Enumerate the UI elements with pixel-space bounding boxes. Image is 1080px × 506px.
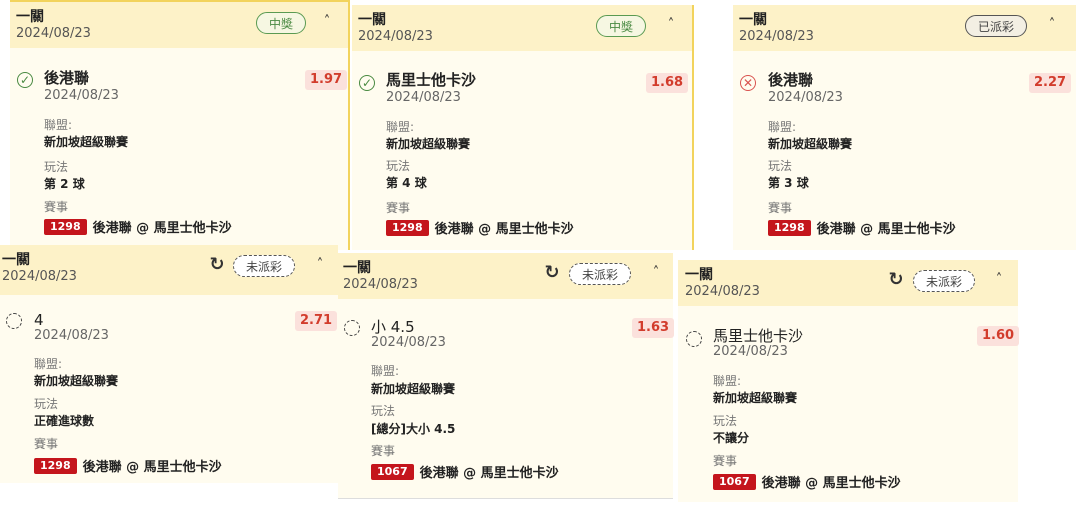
status-badge: 未派彩 bbox=[913, 270, 976, 292]
card-header: 一關 2024/08/23 中獎 ˄ bbox=[352, 5, 692, 51]
bet-card-6: 一關 2024/08/23 ↻ 未派彩 ˄ 馬里士他卡沙 2024/08/23 … bbox=[678, 260, 1020, 502]
odds-badge: 2.71 bbox=[295, 311, 338, 331]
card-header: 一關 2024/08/23 ↻ 未派彩 ˄ bbox=[0, 245, 338, 295]
league-label: 聯盟: bbox=[44, 118, 73, 132]
chevron-up-icon[interactable]: ˄ bbox=[1045, 18, 1059, 32]
refresh-icon[interactable]: ↻ bbox=[543, 264, 561, 282]
event-match: 後港聯 @ 馬里士他卡沙 bbox=[816, 222, 956, 237]
selection-date: 2024/08/23 bbox=[44, 88, 119, 103]
bet-card-1: 一關 2024/08/23 中獎 ˄ ✓ 後港聯 2024/08/23 1.97… bbox=[10, 0, 350, 250]
event-row: 1067 後港聯 @ 馬里士他卡沙 bbox=[713, 472, 901, 491]
odds-badge: 2.27 bbox=[1029, 73, 1072, 93]
event-label: 賽事 bbox=[386, 201, 411, 215]
play-label: 玩法 bbox=[34, 397, 59, 411]
chevron-up-icon[interactable]: ˄ bbox=[992, 273, 1006, 287]
event-code: 1298 bbox=[34, 457, 77, 474]
event-code: 1298 bbox=[44, 218, 87, 235]
league-value: 新加坡超級聯賽 bbox=[34, 374, 119, 388]
event-row: 1298 後港聯 @ 馬里士他卡沙 bbox=[34, 456, 222, 475]
odds-badge: 1.68 bbox=[646, 73, 689, 93]
league-label: 聯盟: bbox=[386, 120, 415, 134]
selection-date: 2024/08/23 bbox=[768, 90, 843, 105]
event-match: 後港聯 @ 馬里士他卡沙 bbox=[92, 221, 232, 236]
league-label: 聯盟: bbox=[768, 120, 797, 134]
event-row: 1298 後港聯 @ 馬里士他卡沙 bbox=[386, 218, 574, 237]
status-badge: 已派彩 bbox=[965, 15, 1028, 37]
event-match: 後港聯 @ 馬里士他卡沙 bbox=[419, 466, 559, 481]
play-value: 第 4 球 bbox=[386, 176, 427, 190]
check-circle-icon: ✓ bbox=[359, 75, 375, 91]
event-label: 賽事 bbox=[34, 437, 59, 451]
league-label: 聯盟: bbox=[371, 364, 400, 378]
selection-name: 後港聯 bbox=[768, 71, 814, 89]
selection-name: 後港聯 bbox=[44, 69, 90, 87]
event-label: 賽事 bbox=[371, 444, 396, 458]
odds-badge: 1.97 bbox=[305, 70, 348, 90]
play-label: 玩法 bbox=[768, 159, 793, 173]
league-value: 新加坡超級聯賽 bbox=[44, 135, 129, 149]
chevron-up-icon[interactable]: ˄ bbox=[313, 258, 327, 272]
play-value: 不讓分 bbox=[713, 431, 750, 445]
refresh-icon[interactable]: ↻ bbox=[208, 256, 226, 274]
event-code: 1298 bbox=[386, 219, 429, 236]
refresh-icon[interactable]: ↻ bbox=[887, 271, 905, 289]
league-value: 新加坡超級聯賽 bbox=[768, 137, 853, 151]
dashed-circle-icon bbox=[686, 331, 702, 347]
selection-name: 馬里士他卡沙 bbox=[386, 71, 477, 89]
league-value: 新加坡超級聯賽 bbox=[371, 382, 456, 396]
selection-date: 2024/08/23 bbox=[386, 90, 461, 105]
league-value: 新加坡超級聯賽 bbox=[713, 391, 798, 405]
card-header: 一關 2024/08/23 ↻ 未派彩 ˄ bbox=[678, 260, 1018, 306]
status-badge: 未派彩 bbox=[233, 255, 296, 277]
play-value: 正確進球數 bbox=[34, 414, 95, 428]
bet-card-2: 一關 2024/08/23 中獎 ˄ ✓ 馬里士他卡沙 2024/08/23 1… bbox=[352, 5, 694, 250]
selection-date: 2024/08/23 bbox=[371, 335, 446, 350]
event-label: 賽事 bbox=[44, 200, 69, 214]
event-code: 1067 bbox=[371, 463, 414, 480]
play-value: [總分]大小 4.5 bbox=[371, 422, 456, 436]
play-label: 玩法 bbox=[713, 414, 738, 428]
play-label: 玩法 bbox=[371, 404, 396, 418]
event-match: 後港聯 @ 馬里士他卡沙 bbox=[82, 460, 222, 475]
selection-name: 4 bbox=[34, 311, 44, 329]
chevron-up-icon[interactable]: ˄ bbox=[664, 18, 678, 32]
selection-date: 2024/08/23 bbox=[34, 328, 109, 343]
chevron-up-icon[interactable]: ˄ bbox=[320, 15, 334, 29]
dashed-circle-icon bbox=[344, 320, 360, 336]
event-code: 1298 bbox=[768, 219, 811, 236]
event-row: 1298 後港聯 @ 馬里士他卡沙 bbox=[44, 217, 232, 236]
event-match: 後港聯 @ 馬里士他卡沙 bbox=[761, 476, 901, 491]
selection-name: 馬里士他卡沙 bbox=[713, 327, 804, 345]
play-value: 第 2 球 bbox=[44, 177, 85, 191]
odds-badge: 1.63 bbox=[632, 318, 675, 338]
league-value: 新加坡超級聯賽 bbox=[386, 137, 471, 151]
status-badge: 未派彩 bbox=[569, 263, 632, 285]
card-header: 一關 2024/08/23 已派彩 ˄ bbox=[733, 5, 1076, 51]
status-badge: 中獎 bbox=[256, 12, 307, 34]
play-value: 第 3 球 bbox=[768, 176, 809, 190]
bet-card-5: 一關 2024/08/23 ↻ 未派彩 ˄ 小 4.5 2024/08/23 1… bbox=[338, 253, 675, 499]
event-row: 1067 後港聯 @ 馬里士他卡沙 bbox=[371, 462, 559, 481]
bet-card-3: 一關 2024/08/23 已派彩 ˄ ✕ 後港聯 2024/08/23 2.2… bbox=[733, 5, 1076, 250]
x-circle-icon: ✕ bbox=[740, 75, 756, 91]
card-header: 一關 2024/08/23 ↻ 未派彩 ˄ bbox=[338, 253, 673, 299]
odds-badge: 1.60 bbox=[977, 326, 1020, 346]
bet-card-4: 一關 2024/08/23 ↻ 未派彩 ˄ 4 2024/08/23 2.71 … bbox=[0, 245, 338, 483]
event-label: 賽事 bbox=[768, 201, 793, 215]
event-label: 賽事 bbox=[713, 454, 738, 468]
league-label: 聯盟: bbox=[713, 374, 742, 388]
play-label: 玩法 bbox=[44, 160, 69, 174]
status-badge: 中獎 bbox=[596, 15, 647, 37]
dashed-circle-icon bbox=[6, 313, 22, 329]
event-match: 後港聯 @ 馬里士他卡沙 bbox=[434, 222, 574, 237]
card-header: 一關 2024/08/23 中獎 ˄ bbox=[10, 2, 348, 48]
league-label: 聯盟: bbox=[34, 357, 63, 371]
check-circle-icon: ✓ bbox=[17, 72, 33, 88]
chevron-up-icon[interactable]: ˄ bbox=[649, 266, 663, 280]
selection-date: 2024/08/23 bbox=[713, 344, 788, 359]
event-row: 1298 後港聯 @ 馬里士他卡沙 bbox=[768, 218, 956, 237]
selection-name: 小 4.5 bbox=[371, 318, 415, 336]
event-code: 1067 bbox=[713, 473, 756, 490]
play-label: 玩法 bbox=[386, 159, 411, 173]
